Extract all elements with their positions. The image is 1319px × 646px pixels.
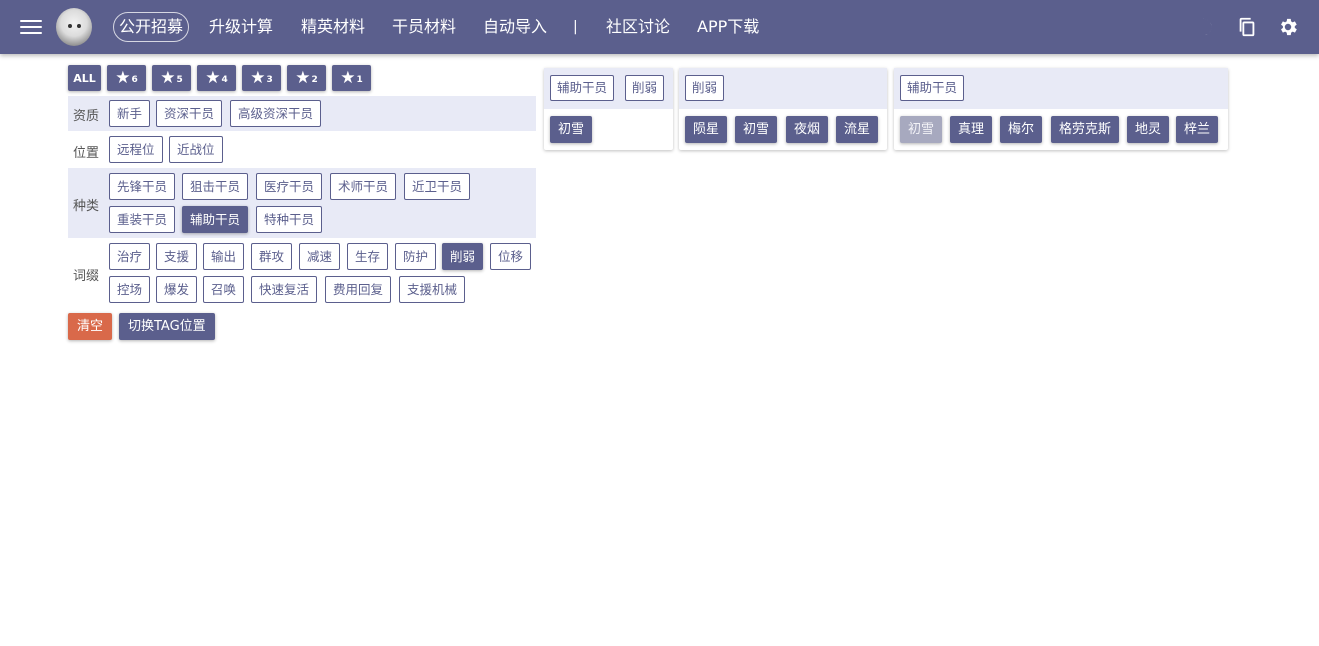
tag-debuff[interactable]: 削弱 xyxy=(442,243,484,270)
tag-support[interactable]: 支援 xyxy=(156,243,198,270)
tag-survival[interactable]: 生存 xyxy=(347,243,389,270)
clear-button[interactable]: 清空 xyxy=(68,313,113,340)
nav-public-recruit[interactable]: 公开招募 xyxy=(113,12,190,42)
gear-icon[interactable] xyxy=(1277,16,1299,38)
operator-chip[interactable]: 梅尔 xyxy=(1000,116,1043,143)
operator-chip[interactable]: 夜烟 xyxy=(786,116,829,143)
result-card-tags: 辅助干员 xyxy=(894,68,1228,109)
rarity-5-button[interactable]: ★ 5 xyxy=(152,65,191,91)
result-tag: 辅助干员 xyxy=(550,75,615,101)
nav-elite-materials[interactable]: 精英材料 xyxy=(301,12,365,42)
nav-community[interactable]: 社区讨论 xyxy=(606,12,670,42)
qualification-row: 资质 新手 资深干员 高级资深干员 xyxy=(68,96,536,131)
result-tag: 辅助干员 xyxy=(900,75,965,101)
tag-healing[interactable]: 治疗 xyxy=(109,243,151,270)
class-label: 种类 xyxy=(72,199,99,214)
tag-guard[interactable]: 近卫干员 xyxy=(404,173,471,200)
tag-medic[interactable]: 医疗干员 xyxy=(256,173,323,200)
tag-crowd-control[interactable]: 控场 xyxy=(109,276,151,303)
rarity-2-button[interactable]: ★ 2 xyxy=(287,65,326,91)
tag-defense[interactable]: 防护 xyxy=(395,243,437,270)
tag-robot[interactable]: 支援机械 xyxy=(399,276,466,303)
tag-caster[interactable]: 术师干员 xyxy=(330,173,397,200)
menu-icon[interactable] xyxy=(20,16,42,38)
operator-chip[interactable]: 地灵 xyxy=(1127,116,1170,143)
tag-sniper[interactable]: 狙击干员 xyxy=(182,173,249,200)
qualification-label: 资质 xyxy=(72,109,99,124)
switch-tag-position-button[interactable]: 切换TAG位置 xyxy=(119,313,215,340)
nav-operator-materials[interactable]: 干员材料 xyxy=(392,12,456,42)
tag-supporter[interactable]: 辅助干员 xyxy=(182,206,249,233)
tag-top-operator[interactable]: 高级资深干员 xyxy=(230,100,322,127)
tag-ranged[interactable]: 远程位 xyxy=(109,136,163,163)
operator-chip[interactable]: 初雪 xyxy=(735,116,778,143)
tag-fast-redeploy[interactable]: 快速复活 xyxy=(251,276,318,303)
result-card-tags: 削弱 xyxy=(679,68,887,109)
operator-chip[interactable]: 梓兰 xyxy=(1176,116,1219,143)
rarity-all-button[interactable]: ALL xyxy=(68,65,101,91)
star-icon: ★ xyxy=(205,67,221,88)
result-card: 辅助干员 初雪 真理 梅尔 格劳克斯 地灵 梓兰 xyxy=(894,68,1228,150)
tag-dps[interactable]: 输出 xyxy=(203,243,245,270)
star-icon: ★ xyxy=(295,67,311,88)
star-icon: ★ xyxy=(250,67,266,88)
rarity-6-button[interactable]: ★ 6 xyxy=(107,65,146,91)
affix-row: 词缀 治疗 支援 输出 群攻 减速 生存 防护 削弱 位移 控场 爆发 召唤 快… xyxy=(68,238,536,306)
star-icon: ★ xyxy=(340,67,356,88)
operator-chip[interactable]: 格劳克斯 xyxy=(1051,116,1120,143)
tag-aoe[interactable]: 群攻 xyxy=(251,243,293,270)
operator-chip[interactable]: 流星 xyxy=(836,116,879,143)
avatar xyxy=(56,8,92,46)
tag-newbie[interactable]: 新手 xyxy=(109,100,151,127)
operator-chip[interactable]: 真理 xyxy=(950,116,993,143)
nav-upgrade-calc[interactable]: 升级计算 xyxy=(209,12,273,42)
tag-defender[interactable]: 重装干员 xyxy=(109,206,176,233)
tag-summon[interactable]: 召唤 xyxy=(203,276,245,303)
class-row: 种类 先锋干员 狙击干员 医疗干员 术师干员 近卫干员 重装干员 辅助干员 特种… xyxy=(68,168,536,238)
nav-auto-import[interactable]: 自动导入 xyxy=(483,12,547,42)
result-card-tags: 辅助干员 削弱 xyxy=(544,68,673,109)
result-tag: 削弱 xyxy=(625,75,665,101)
tag-dp-recovery[interactable]: 费用回复 xyxy=(325,276,392,303)
star-icon: ★ xyxy=(160,67,176,88)
position-label: 位置 xyxy=(72,146,99,161)
tag-melee[interactable]: 近战位 xyxy=(169,136,223,163)
operator-chip[interactable]: 陨星 xyxy=(685,116,728,143)
rarity-1-button[interactable]: ★ 1 xyxy=(332,65,371,91)
operator-chip-dimmed[interactable]: 初雪 xyxy=(900,116,943,143)
tag-vanguard[interactable]: 先锋干员 xyxy=(109,173,176,200)
operator-chip[interactable]: 初雪 xyxy=(550,116,593,143)
app-bar: 公开招募 升级计算 精英材料 干员材料 自动导入 | 社区讨论 APP下载 xyxy=(0,0,1319,54)
result-card: 削弱 陨星 初雪 夜烟 流星 xyxy=(679,68,887,150)
position-row: 位置 远程位 近战位 xyxy=(68,131,536,168)
tag-specialist[interactable]: 特种干员 xyxy=(256,206,323,233)
tag-senior-operator[interactable]: 资深干员 xyxy=(156,100,223,127)
nav-app-download[interactable]: APP下载 xyxy=(697,12,759,42)
tag-nuker[interactable]: 爆发 xyxy=(156,276,198,303)
rarity-4-button[interactable]: ★ 4 xyxy=(197,65,236,91)
rarity-3-button[interactable]: ★ 3 xyxy=(242,65,281,91)
tag-slow[interactable]: 减速 xyxy=(299,243,341,270)
tag-shift[interactable]: 位移 xyxy=(490,243,532,270)
result-card: 辅助干员 削弱 初雪 xyxy=(544,68,673,150)
nav-separator: | xyxy=(573,19,578,35)
affix-label: 词缀 xyxy=(72,269,99,284)
moon-icon[interactable] xyxy=(1195,16,1217,38)
result-tag: 削弱 xyxy=(685,75,725,101)
star-icon: ★ xyxy=(115,67,131,88)
copy-icon[interactable] xyxy=(1236,16,1258,38)
